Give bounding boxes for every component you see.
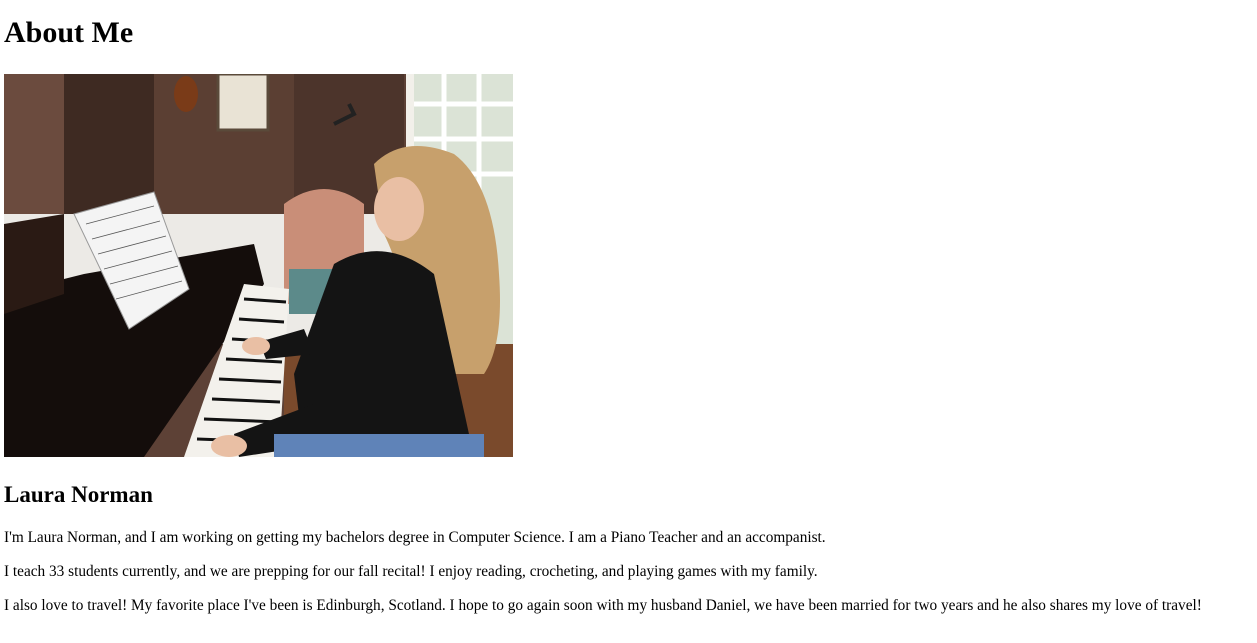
bio-paragraph: I'm Laura Norman, and I am working on ge… (4, 529, 826, 546)
page-title: About Me (4, 16, 134, 49)
bio-paragraph: I teach 33 students currently, and we ar… (4, 563, 818, 580)
bio-paragraph: I also love to travel! My favorite place… (4, 597, 1202, 614)
person-name: Laura Norman (4, 482, 153, 507)
profile-photo (4, 74, 513, 457)
about-page: About Me Laura Norman I'm Laura Norman, … (4, 0, 1257, 614)
